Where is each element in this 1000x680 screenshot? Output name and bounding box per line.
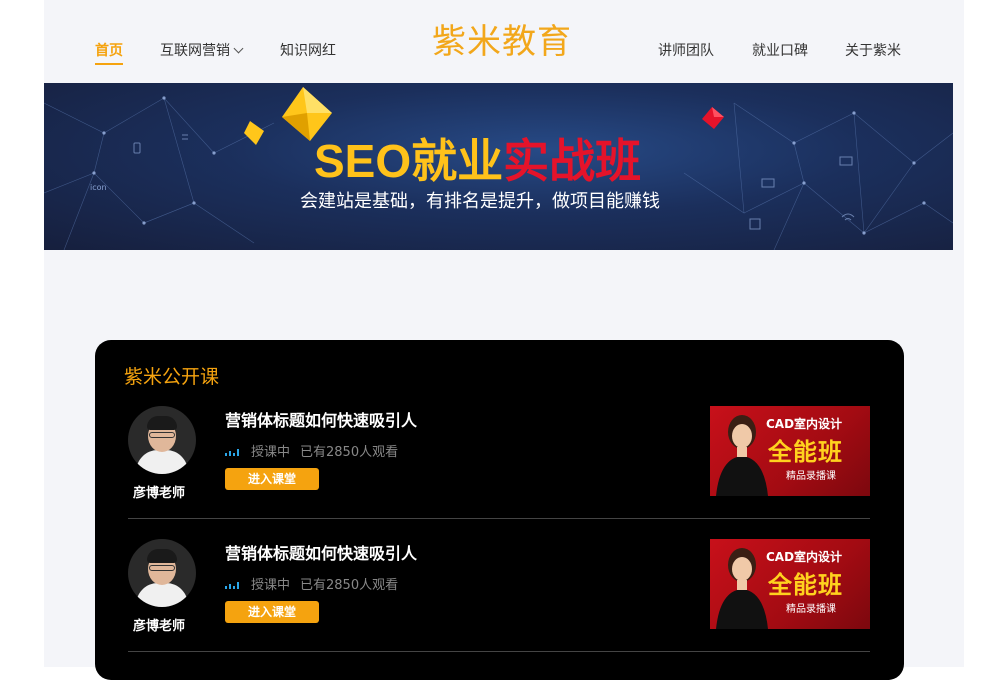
- course-status: 授课中 已有2850人观看: [225, 441, 398, 460]
- instructor-photo: [716, 548, 768, 629]
- panel-title: 紫米公开课: [124, 366, 220, 388]
- thumb-line-2: 全能班: [768, 571, 843, 599]
- course-item: 彦博老师 营销体标题如何快速吸引人 授课中 已有2850人观看 进入课堂 CAD室…: [128, 539, 870, 657]
- top-nav: 首页 互联网营销 知识网红 紫米教育 讲师团队 就业口碑 关于紫米: [44, 0, 964, 83]
- nav-knowledge-label: 知识网红: [280, 43, 336, 59]
- page: 首页 互联网营销 知识网红 紫米教育 讲师团队 就业口碑 关于紫米 icon S…: [44, 0, 964, 680]
- view-count: 已有2850人观看: [300, 578, 399, 593]
- nav-knowledge[interactable]: 知识网红: [280, 40, 336, 60]
- live-bars-icon: [225, 446, 241, 456]
- nav-home[interactable]: 首页: [95, 40, 123, 65]
- nav-about[interactable]: 关于紫米: [845, 40, 901, 60]
- icon-watermark: icon: [90, 183, 107, 192]
- banner-subtitle: 会建站是基础，有排名是提升，做项目能赚钱: [300, 191, 660, 212]
- view-count: 已有2850人观看: [300, 445, 399, 460]
- hero-banner[interactable]: icon SEO就业实战班 会建站是基础，有排名是提升，做项目能赚钱: [44, 83, 953, 250]
- nav-internet-marketing[interactable]: 互联网营销: [160, 40, 244, 60]
- status-text: 授课中: [251, 445, 291, 460]
- thumb-line-1: CAD室内设计: [766, 550, 843, 564]
- nav-about-label: 关于紫米: [845, 43, 901, 59]
- course-status: 授课中 已有2850人观看: [225, 574, 398, 593]
- thumb-line-3: 精品录播课: [786, 604, 836, 615]
- course-item: 彦博老师 营销体标题如何快速吸引人 授课中 已有2850人观看 进入课堂 CAD室…: [128, 406, 870, 524]
- teacher-name: 彦博老师: [133, 619, 186, 634]
- logo[interactable]: 紫米教育: [432, 14, 572, 63]
- thumb-line-1: CAD室内设计: [766, 417, 843, 431]
- nav-teachers[interactable]: 讲师团队: [658, 40, 714, 60]
- teacher-avatar: [128, 406, 196, 474]
- divider: [128, 518, 870, 519]
- teacher-avatar: [128, 539, 196, 607]
- status-text: 授课中: [251, 578, 291, 593]
- banner-title-highlight: 实战班: [503, 135, 642, 187]
- nav-home-label: 首页: [95, 43, 123, 59]
- active-underline: [95, 63, 123, 65]
- nav-reputation[interactable]: 就业口碑: [752, 40, 808, 60]
- divider: [128, 651, 870, 652]
- instructor-photo: [716, 415, 768, 496]
- nav-reputation-label: 就业口碑: [752, 43, 808, 59]
- nav-teachers-label: 讲师团队: [658, 43, 714, 59]
- enter-classroom-button[interactable]: 进入课堂: [225, 468, 319, 490]
- banner-title: SEO就业实战班: [314, 125, 641, 191]
- red-diamond-icon: [702, 107, 724, 129]
- course-title[interactable]: 营销体标题如何快速吸引人: [225, 407, 417, 431]
- banner-title-main: SEO就业: [314, 135, 504, 187]
- course-title[interactable]: 营销体标题如何快速吸引人: [225, 540, 417, 564]
- chevron-down-icon: [233, 43, 244, 54]
- thumb-line-2: 全能班: [768, 438, 843, 466]
- live-bars-icon: [225, 579, 241, 589]
- teacher-name: 彦博老师: [133, 486, 186, 501]
- course-thumbnail[interactable]: CAD室内设计 全能班 精品录播课: [710, 539, 870, 629]
- open-course-panel: 紫米公开课 彦博老师 营销体标题如何快速吸引人 授课中 已有2850人观看 进入课…: [95, 340, 904, 680]
- thumb-line-3: 精品录播课: [786, 471, 836, 482]
- enter-classroom-button[interactable]: 进入课堂: [225, 601, 319, 623]
- course-thumbnail[interactable]: CAD室内设计 全能班 精品录播课: [710, 406, 870, 496]
- nav-internet-marketing-label: 互联网营销: [160, 43, 230, 59]
- small-diamond-icon: [244, 121, 264, 145]
